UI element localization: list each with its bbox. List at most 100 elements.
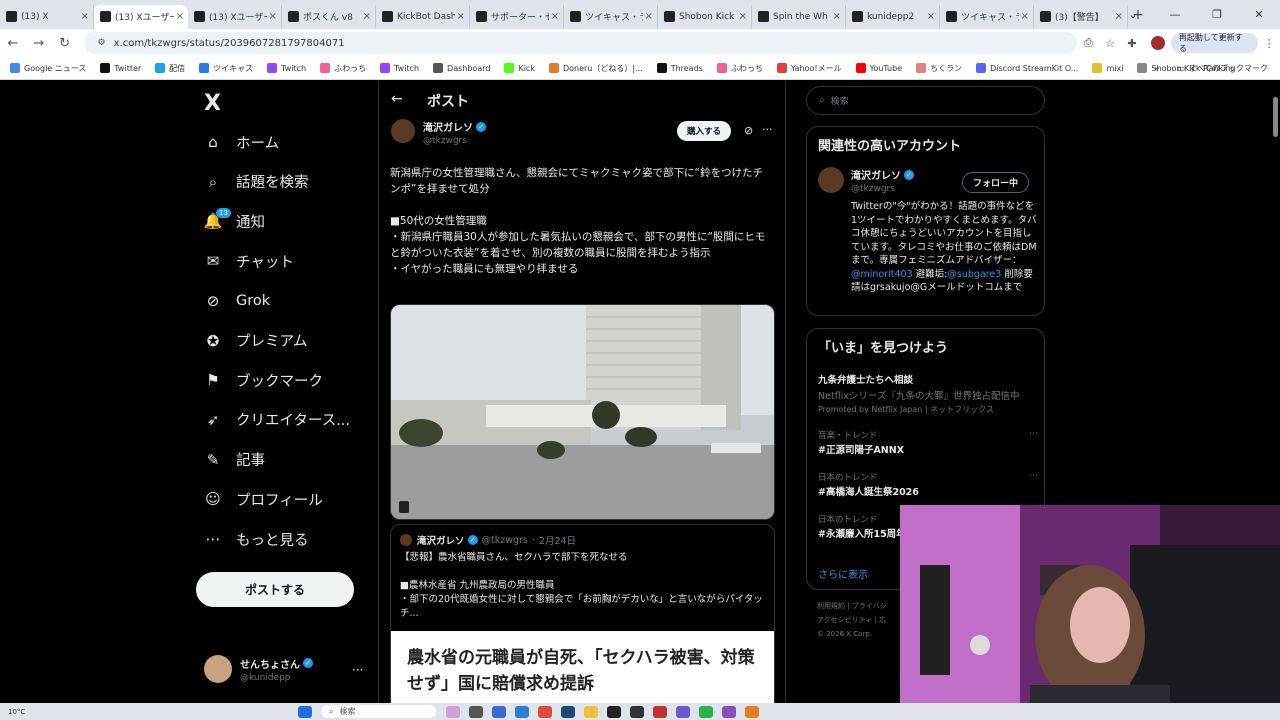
related-account[interactable]: 滝沢ガレソ ✓ @tkzwgrs	[818, 167, 914, 194]
bookmark-item[interactable]: Yahoo!メール	[776, 63, 842, 74]
search-input[interactable]: ⌕ 検索	[806, 86, 1045, 115]
close-icon[interactable]: ×	[269, 11, 277, 22]
start-icon[interactable]	[298, 705, 312, 718]
steam-icon[interactable]	[561, 705, 575, 718]
bookmark-item[interactable]: Twitch	[380, 63, 419, 74]
minimize-button[interactable]: —	[1154, 8, 1196, 21]
browser-tab[interactable]: (13) Xユーザー ×	[188, 4, 282, 29]
close-icon[interactable]: ×	[833, 11, 841, 22]
show-more-link[interactable]: さらに表示	[818, 566, 868, 581]
install-app-icon[interactable]: ⎙	[1077, 36, 1099, 50]
profile-avatar[interactable]	[1150, 36, 1165, 50]
reload-icon[interactable]: ↻	[52, 36, 78, 51]
close-icon[interactable]: ×	[176, 11, 184, 22]
trend-item[interactable]: 九条弁護士たちへ相談 Netflixシリーズ『九条の大罪』世界独占配信中 Promo…	[818, 371, 1038, 415]
browser-tab[interactable]: ポスくん v8 ×	[282, 4, 376, 29]
post-author[interactable]: 滝沢ガレソ ✓ @tkzwgrs	[391, 119, 486, 146]
copilot-icon[interactable]	[515, 705, 529, 718]
bookmark-item[interactable]: Twitch	[267, 63, 306, 74]
post-button[interactable]: ポストする	[196, 572, 354, 607]
browser-tab[interactable]: Spin the Wh ×	[752, 4, 846, 29]
sidebar-item-grok[interactable]: ⊘ Grok	[204, 288, 270, 314]
close-icon[interactable]: ×	[457, 11, 465, 22]
bookmark-item[interactable]: Discord StreamKit O...	[976, 63, 1078, 74]
close-icon[interactable]: ×	[645, 11, 653, 22]
menu-icon[interactable]: ⋮	[1258, 37, 1280, 50]
browser-tab[interactable]: サポーター・セ ×	[470, 4, 564, 29]
tab-search-icon[interactable]: ⌄	[1112, 8, 1154, 21]
forward-icon[interactable]: →	[26, 36, 52, 51]
sidebar-item-home[interactable]: ⌂ ホーム	[204, 129, 279, 155]
weather-widget[interactable]: 10°C	[8, 708, 298, 716]
sidebar-item-chat[interactable]: ✉ チャット	[204, 248, 294, 274]
bio-link-minorit[interactable]: @minorit403	[851, 269, 913, 280]
buy-button[interactable]: 購入する	[677, 121, 732, 141]
account-switcher[interactable]: せんちょさん ✓ @kunidepp	[204, 655, 313, 683]
bookmark-item[interactable]: ふわっち	[716, 63, 763, 74]
folder-icon[interactable]	[584, 705, 598, 718]
scrollbar-thumb[interactable]	[1273, 97, 1278, 137]
sidebar-item-bookmark[interactable]: ⚑ ブックマーク	[204, 367, 323, 393]
taskbar-search[interactable]: ⌕ 検索	[321, 705, 436, 718]
sidebar-item-bell[interactable]: 🔔 13 通知	[204, 208, 265, 234]
quote-image[interactable]: 農水省の元職員が自死、「セクハラ被害、対策せず」国に賠償求め提訴	[391, 631, 774, 703]
bookmark-item[interactable]: ふわっち	[320, 63, 366, 74]
bookmark-item[interactable]: Dashboard	[433, 63, 490, 74]
teams-icon[interactable]	[492, 705, 506, 718]
bookmark-star-icon[interactable]: ☆	[1099, 37, 1121, 50]
maximize-button[interactable]: ❐	[1196, 8, 1238, 21]
bookmark-item[interactable]: ツイキャス	[199, 63, 253, 74]
sidebar-item-search[interactable]: ⌕ 話題を検索	[204, 169, 309, 195]
app3-icon[interactable]	[745, 705, 759, 718]
line-icon[interactable]	[699, 705, 713, 718]
browser-tab[interactable]: ツイキャス・ラ ×	[564, 4, 658, 29]
all-bookmarks[interactable]: » ▭ すべてのブックマーク	[1154, 57, 1268, 80]
bookmark-item[interactable]: 配信	[155, 63, 185, 74]
bio-link-subgare[interactable]: @subgare3	[947, 269, 1001, 280]
close-icon[interactable]: ×	[927, 11, 935, 22]
close-icon[interactable]: ×	[551, 11, 559, 22]
bookmark-item[interactable]: Google ニュース	[10, 63, 86, 74]
extensions-icon[interactable]: ✚	[1121, 37, 1143, 50]
widget-icon[interactable]	[446, 705, 460, 718]
grok-icon[interactable]: ⊘	[744, 124, 753, 137]
sidebar-item-profile[interactable]: ☺ プロフィール	[204, 486, 323, 512]
browser-tab[interactable]: KickBot Dash ×	[376, 4, 470, 29]
browser-tab[interactable]: kunidepp2 ×	[846, 4, 940, 29]
bookmark-item[interactable]: Twitter	[100, 63, 141, 74]
taskview-icon[interactable]	[469, 705, 483, 718]
close-icon[interactable]: ×	[363, 11, 371, 22]
browser-tab[interactable]: (13) X ×	[0, 4, 94, 29]
following-button[interactable]: フォロー中	[962, 172, 1030, 193]
more-icon[interactable]: ···	[762, 123, 773, 136]
bookmark-item[interactable]: Threads	[656, 63, 703, 74]
more-icon[interactable]: ···	[1029, 471, 1038, 481]
sidebar-item-rocket[interactable]: ➶ クリエイタース...	[204, 407, 350, 433]
close-icon[interactable]: ×	[1021, 11, 1029, 22]
quoted-post[interactable]: 滝沢ガレソ ✓ @tkzwgrs · 2月24日 【悲報】農水省職員さん、セクハ…	[390, 524, 775, 703]
discord-icon[interactable]	[676, 705, 690, 718]
more-icon[interactable]: ···	[1029, 429, 1038, 439]
browser-tab[interactable]: (13) Xユーザー ×	[94, 4, 188, 29]
sidebar-item-premium[interactable]: ✪ プレミアム	[204, 328, 308, 354]
back-arrow-icon[interactable]: ←	[391, 91, 403, 107]
bookmark-item[interactable]: YouTube	[855, 63, 902, 74]
sidebar-item-article[interactable]: ✎ 記事	[204, 447, 265, 473]
bookmark-item[interactable]: Doneru（どねる）|...	[548, 63, 643, 74]
sidebar-item-more[interactable]: ⋯ もっと見る	[204, 526, 309, 552]
account-more-icon[interactable]: ···	[352, 663, 363, 677]
close-window-button[interactable]: ✕	[1238, 8, 1280, 21]
relaunch-button[interactable]: 再起動して更新する	[1170, 33, 1259, 53]
close-icon[interactable]: ×	[739, 11, 747, 22]
browser-tab[interactable]: Shobon Kick ×	[658, 4, 752, 29]
obs-icon[interactable]	[607, 705, 621, 718]
bookmark-item[interactable]: Kick	[504, 63, 535, 74]
record-icon[interactable]	[653, 705, 667, 718]
app-icon[interactable]	[630, 705, 644, 718]
back-icon[interactable]: ←	[0, 36, 26, 51]
bookmark-item[interactable]: ちくラン	[916, 63, 962, 74]
url-field[interactable]: ⚙ x.com/tkzwgrs/status/20396072817978040…	[83, 32, 1078, 54]
browser-tab[interactable]: ツイキャス・ラ ×	[940, 4, 1034, 29]
chrome-icon[interactable]	[538, 705, 552, 718]
app2-icon[interactable]	[722, 705, 736, 718]
